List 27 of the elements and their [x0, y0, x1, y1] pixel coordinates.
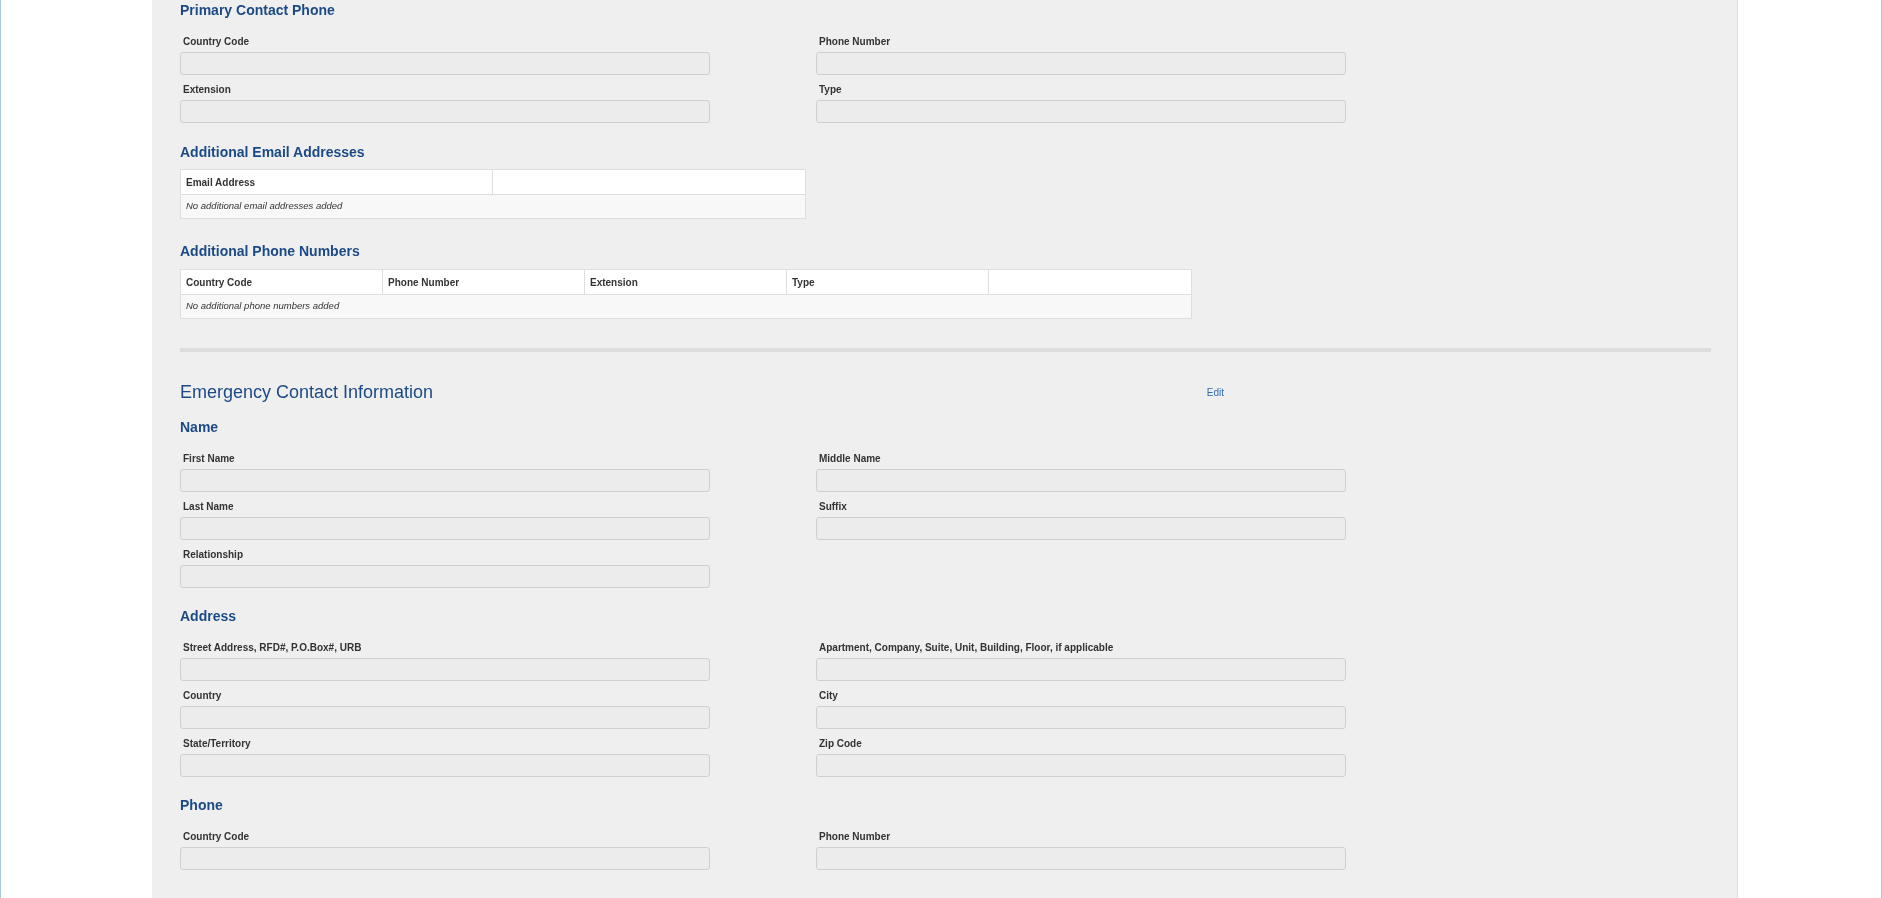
- field-label: Street Address, RFD#, P.O.Box#, URB: [183, 642, 362, 654]
- section-heading: Additional Email Addresses: [180, 144, 366, 160]
- field-label: State/Territory: [183, 738, 251, 750]
- field-label: Relationship: [183, 549, 243, 561]
- field-label: First Name: [183, 453, 235, 465]
- section-heading: Name: [180, 419, 220, 435]
- field-label: Last Name: [183, 501, 234, 513]
- field-label: Zip Code: [819, 738, 862, 750]
- edit-link[interactable]: Edit: [1206, 384, 1224, 400]
- field-label: City: [819, 690, 838, 702]
- field-label: Country: [183, 690, 222, 702]
- field-label: Middle Name: [819, 453, 881, 465]
- section-heading: Additional Phone Numbers: [180, 243, 361, 259]
- field-label: Phone Number: [819, 831, 891, 843]
- section-heading: Address: [180, 608, 238, 624]
- section-heading: Phone: [180, 797, 224, 813]
- section-title: Emergency Contact Information: [180, 381, 434, 403]
- field-label: Country Code: [183, 831, 250, 843]
- field-label: Type: [819, 84, 842, 96]
- section-heading: Primary Contact Phone: [180, 2, 336, 18]
- field-label: Country Code: [183, 36, 250, 48]
- empty-table-message: No additional phone numbers added: [186, 299, 340, 314]
- field-label: Apartment, Company, Suite, Unit, Building, Floor, if applicable: [819, 642, 1114, 654]
- field-label: Extension: [183, 84, 231, 96]
- field-label: Suffix: [819, 501, 847, 513]
- field-label: Phone Number: [819, 36, 891, 48]
- empty-table-message: No additional email addresses added: [186, 199, 343, 214]
